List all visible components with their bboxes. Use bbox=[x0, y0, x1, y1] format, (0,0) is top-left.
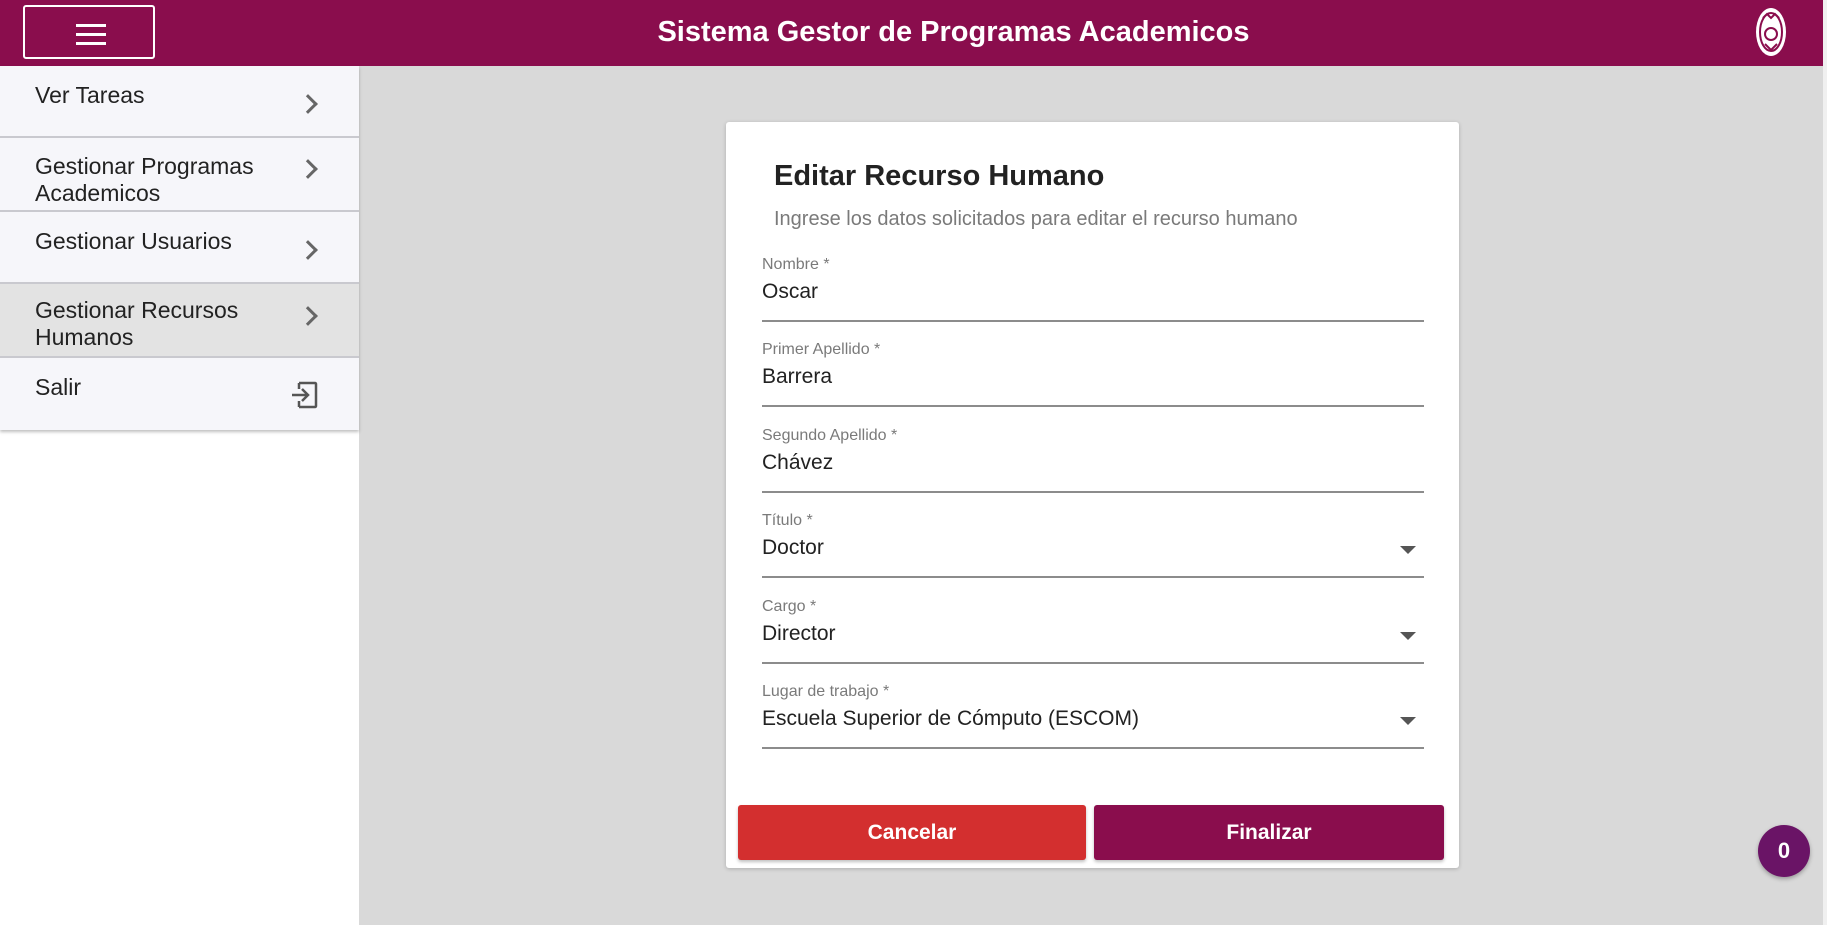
field-label: Cargo * bbox=[762, 598, 817, 615]
field-label: Título * bbox=[762, 512, 813, 529]
sidebar-item-label: Gestionar Usuarios bbox=[35, 228, 232, 254]
sidebar-item-gestionar-usuarios[interactable]: Gestionar Usuarios bbox=[0, 212, 359, 284]
primer-apellido-input[interactable] bbox=[762, 365, 1382, 389]
form-title: Editar Recurso Humano bbox=[774, 160, 1105, 192]
cargo-select[interactable]: Cargo * Director bbox=[762, 598, 1424, 664]
sidebar: Ver Tareas Gestionar Programas Academico… bbox=[0, 66, 359, 925]
lugar-de-trabajo-selected-value: Escuela Superior de Cómputo (ESCOM) bbox=[762, 707, 1139, 730]
nombre-input[interactable] bbox=[762, 280, 1382, 304]
sidebar-item-salir[interactable]: Salir bbox=[0, 358, 359, 430]
dropdown-arrow-icon bbox=[1400, 717, 1416, 725]
nombre-field[interactable]: Nombre * bbox=[762, 256, 1424, 322]
titulo-select[interactable]: Título * Doctor bbox=[762, 512, 1424, 578]
sidebar-item-label: Gestionar Recursos Humanos bbox=[35, 297, 239, 350]
form-subtitle: Ingrese los datos solicitados para edita… bbox=[774, 208, 1298, 230]
finish-button[interactable]: Finalizar bbox=[1094, 805, 1444, 860]
chevron-right-icon bbox=[298, 159, 318, 179]
main-content: Editar Recurso Humano Ingrese los datos … bbox=[359, 66, 1827, 925]
cancel-button[interactable]: Cancelar bbox=[738, 805, 1086, 860]
sidebar-item-gestionar-programas[interactable]: Gestionar Programas Academicos bbox=[0, 138, 359, 212]
field-label: Segundo Apellido * bbox=[762, 427, 898, 444]
exit-icon bbox=[292, 381, 318, 409]
window-scrollbar[interactable] bbox=[1823, 0, 1827, 925]
dropdown-arrow-icon bbox=[1400, 546, 1416, 554]
dropdown-arrow-icon bbox=[1400, 632, 1416, 640]
segundo-apellido-field[interactable]: Segundo Apellido * bbox=[762, 427, 1424, 493]
lugar-de-trabajo-select[interactable]: Lugar de trabajo * Escuela Superior de C… bbox=[762, 683, 1424, 749]
institution-logo-icon bbox=[1756, 8, 1786, 56]
titulo-selected-value: Doctor bbox=[762, 536, 824, 559]
app-title: Sistema Gestor de Programas Academicos bbox=[657, 16, 1250, 48]
sidebar-item-label: Ver Tareas bbox=[35, 82, 145, 108]
field-label: Nombre * bbox=[762, 256, 830, 273]
edit-form-card: Editar Recurso Humano Ingrese los datos … bbox=[726, 122, 1459, 868]
cargo-selected-value: Director bbox=[762, 622, 836, 645]
sidebar-nav: Ver Tareas Gestionar Programas Academico… bbox=[0, 66, 359, 430]
chevron-right-icon bbox=[298, 240, 318, 260]
chevron-right-icon bbox=[298, 306, 318, 326]
primer-apellido-field[interactable]: Primer Apellido * bbox=[762, 341, 1424, 407]
sidebar-item-label: Gestionar Programas Academicos bbox=[35, 153, 254, 206]
field-label: Lugar de trabajo * bbox=[762, 683, 890, 700]
notification-count-badge[interactable]: 0 bbox=[1758, 825, 1810, 877]
sidebar-item-gestionar-recursos-humanos[interactable]: Gestionar Recursos Humanos bbox=[0, 284, 359, 358]
sidebar-item-label: Salir bbox=[35, 374, 82, 400]
chevron-right-icon bbox=[298, 94, 318, 114]
field-label: Primer Apellido * bbox=[762, 341, 881, 358]
sidebar-item-ver-tareas[interactable]: Ver Tareas bbox=[0, 66, 359, 138]
segundo-apellido-input[interactable] bbox=[762, 451, 1382, 475]
top-app-bar: Sistema Gestor de Programas Academicos bbox=[0, 0, 1827, 66]
